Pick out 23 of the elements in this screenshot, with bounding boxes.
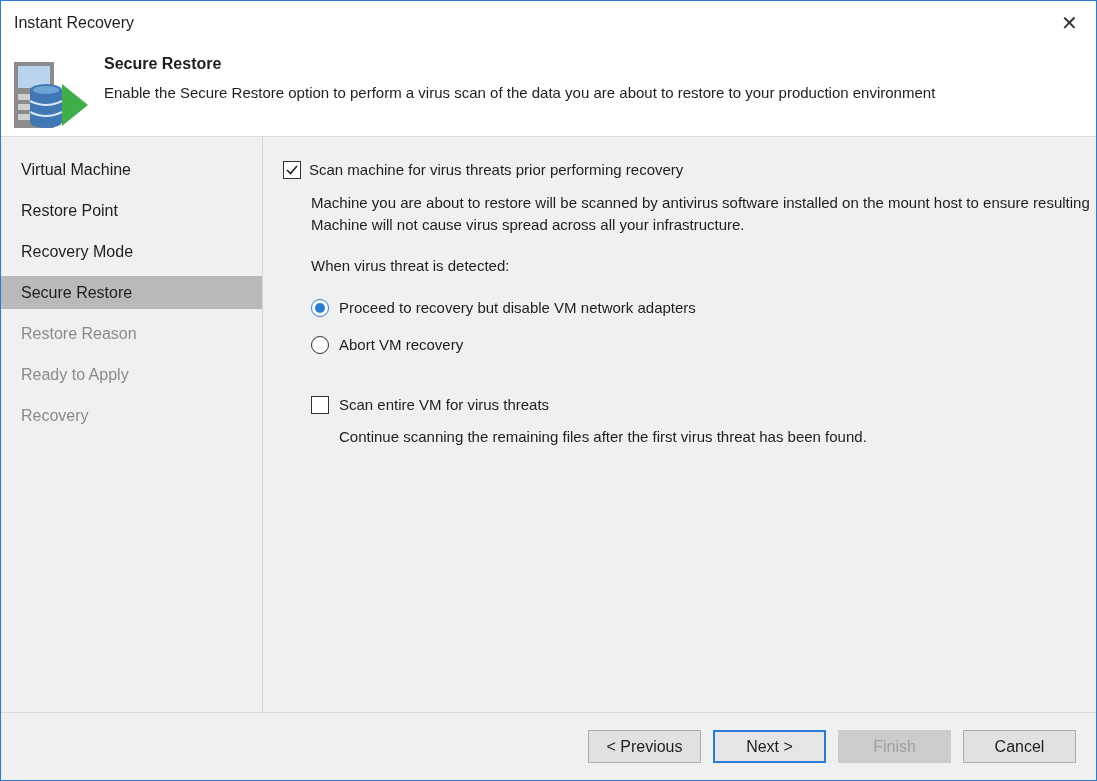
option-description: Machine you are about to restore will be scanned by antivirus software installed on the mount host to ensure resulting Machine will not cause virus spread across all your infrastructure. [311,192,1091,235]
checkbox[interactable] [311,396,329,415]
window-title: Instant Recovery [14,13,135,33]
radio-label: Proceed to recovery but disable VM network adapters [339,298,696,318]
wizard-button[interactable]: Cancel [963,730,1076,763]
wizard-step[interactable]: Virtual Machine [1,153,262,186]
radio-label: Abort VM recovery [339,334,464,355]
option-description: Continue scanning the remaining files after the first virus threat has been found. [339,426,868,447]
checkbox[interactable] [283,161,301,180]
wizard-button[interactable]: < Previous [588,730,701,763]
database-restore-icon [12,60,90,130]
wizard-step[interactable]: Recovery Mode [1,235,262,268]
close-button[interactable]: ✕ [1057,13,1082,33]
page-description: Enable the Secure Restore option to perform a virus scan of the data you are about to restore to your production environment [104,83,936,103]
checkbox-label: Scan machine for virus threats prior performing recovery [309,160,684,180]
radio-button[interactable] [311,335,329,354]
page-title: Secure Restore [104,54,223,74]
section-label: When virus threat is detected: [311,255,511,276]
checkbox-label: Scan entire VM for virus threats [339,395,550,415]
wizard-step[interactable]: Restore Point [1,194,262,227]
wizard-step[interactable]: Secure Restore [1,276,262,309]
wizard-button[interactable]: Next > [713,730,826,763]
radio-button[interactable] [311,299,329,318]
